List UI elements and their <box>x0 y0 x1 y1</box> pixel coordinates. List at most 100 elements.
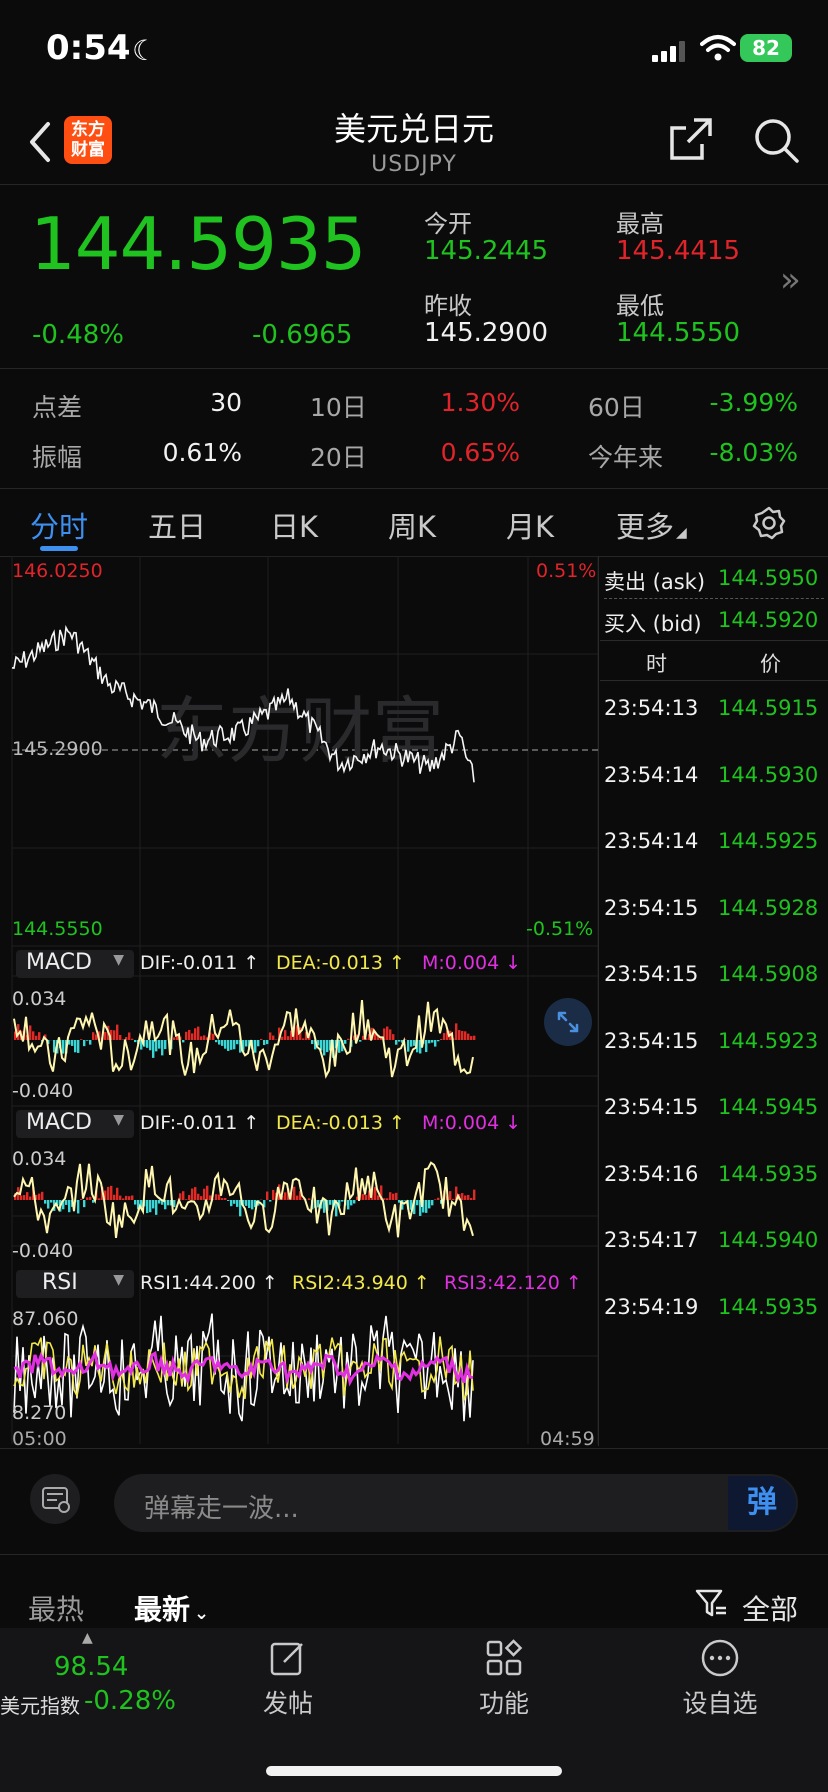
time-end: 04:59 <box>540 1428 595 1450</box>
tick-panel: 卖出 (ask) 144.5950 买入 (bid) 144.5920 时 价 … <box>600 556 828 1426</box>
tick-price: 144.5930 <box>718 762 819 787</box>
spread-value: 30 <box>210 388 242 417</box>
change-amount: -0.6965 <box>252 320 353 350</box>
d10-value: 1.30% <box>440 388 520 417</box>
chart-bottom-price: 144.5550 <box>12 918 103 940</box>
macd1-dea: DEA:-0.013 ↑ <box>276 952 405 974</box>
ask-label: 卖出 (ask) <box>604 570 706 594</box>
dollar-index-change[interactable]: -0.28% <box>84 1686 176 1716</box>
amplitude-label: 振幅 <box>32 443 83 472</box>
signal-icon <box>652 41 685 62</box>
search-icon[interactable] <box>752 116 800 164</box>
battery-icon: 82 <box>740 34 792 62</box>
tab-intraday[interactable]: 分时 <box>30 504 88 546</box>
divider <box>0 368 828 369</box>
edit-icon[interactable] <box>268 1638 308 1678</box>
tab-weekly-k[interactable]: 周K <box>388 504 436 546</box>
nav-functions[interactable]: 功能 <box>444 1684 564 1720</box>
amplitude-value: 0.61% <box>162 438 242 467</box>
dollar-index-label[interactable]: 美元指数 <box>0 1690 80 1719</box>
prev-close-value: 145.2900 <box>424 318 549 348</box>
wifi-icon <box>700 35 736 61</box>
d60-label: 60日 <box>588 393 645 422</box>
price-header: 价 <box>760 652 781 676</box>
chart-top-price: 146.0250 <box>12 560 103 582</box>
d60-value: -3.99% <box>709 388 798 417</box>
macd1-m: M:0.004 ↓ <box>422 952 522 974</box>
divider <box>0 488 828 489</box>
macd2-m: M:0.004 ↓ <box>422 1112 522 1134</box>
comment-icon[interactable] <box>30 1474 80 1524</box>
more-dots-icon[interactable] <box>700 1638 740 1678</box>
filter-hottest[interactable]: 最热 <box>28 1588 84 1628</box>
moon-icon: ☾ <box>132 34 158 67</box>
tab-daily-k[interactable]: 日K <box>270 504 318 546</box>
tab-five-day[interactable]: 五日 <box>148 504 206 546</box>
divider <box>0 184 828 185</box>
status-time: 0:54 <box>46 28 131 68</box>
last-price: 144.5935 <box>30 202 367 286</box>
low-label: 最低 <box>616 292 664 320</box>
macd2-selector[interactable]: MACD ▼ <box>16 1110 134 1138</box>
tick-time: 23:54:13 <box>604 696 699 720</box>
expand-button[interactable] <box>544 998 592 1046</box>
tick-price: 144.5928 <box>718 895 819 920</box>
settings-gear-icon[interactable] <box>752 506 786 540</box>
chevron-right-icon[interactable]: » <box>780 260 801 300</box>
bid-value: 144.5920 <box>718 608 819 632</box>
ask-bid-divider <box>604 598 824 599</box>
divider <box>0 1554 828 1555</box>
tick-price: 144.5935 <box>718 1294 819 1319</box>
tick-time: 23:54:15 <box>604 962 699 986</box>
macd2-dea: DEA:-0.013 ↑ <box>276 1112 405 1134</box>
rsi1-value: RSI1:44.200 ↑ <box>140 1272 278 1294</box>
macd1-bottom: -0.040 <box>12 1080 74 1102</box>
share-icon[interactable] <box>668 116 714 162</box>
tick-time: 23:54:15 <box>604 895 699 920</box>
filter-funnel-icon[interactable] <box>694 1586 728 1620</box>
macd1-selector[interactable]: MACD ▼ <box>16 950 134 978</box>
tick-price: 144.5923 <box>718 1028 819 1053</box>
rsi2-value: RSI2:43.940 ↑ <box>292 1272 430 1294</box>
tick-price: 144.5935 <box>718 1161 819 1186</box>
filter-all[interactable]: 全部 <box>742 1588 798 1628</box>
intraday-chart[interactable]: 东方财富 <box>0 556 600 1446</box>
tick-time: 23:54:15 <box>604 1095 699 1119</box>
high-label: 最高 <box>616 210 664 238</box>
tab-monthly-k[interactable]: 月K <box>506 504 554 546</box>
low-value: 144.5550 <box>616 318 741 348</box>
open-label: 今开 <box>424 210 472 238</box>
macd2-histogram <box>14 1184 476 1217</box>
dollar-index-value[interactable]: 98.54 <box>54 1652 128 1682</box>
d20-label: 20日 <box>310 443 367 472</box>
danmaku-placeholder: 弹幕走一波... <box>144 1494 299 1524</box>
rsi3-line <box>13 1349 474 1387</box>
tick-price: 144.5908 <box>718 962 819 986</box>
chart-bottom-pct: -0.51% <box>526 918 594 940</box>
tick-time: 23:54:15 <box>604 1028 699 1053</box>
rsi-bottom: 8.270 <box>12 1402 67 1424</box>
nav-add-watchlist[interactable]: 设自选 <box>660 1684 780 1720</box>
bid-label: 买入 (bid) <box>604 612 702 636</box>
tick-time: 23:54:16 <box>604 1161 699 1186</box>
caret-up-icon: ▲ <box>82 1630 93 1646</box>
rsi3-value: RSI3:42.120 ↑ <box>444 1272 582 1294</box>
nav-post[interactable]: 发帖 <box>228 1684 348 1720</box>
divider <box>0 1448 828 1449</box>
d20-value: 0.65% <box>440 438 520 467</box>
d10-label: 10日 <box>310 393 367 422</box>
grid-icon[interactable] <box>484 1638 524 1678</box>
tick-price: 144.5915 <box>718 696 819 720</box>
danmaku-send-button[interactable]: 弹 <box>728 1476 796 1530</box>
time-start: 05:00 <box>12 1428 67 1450</box>
ask-value: 144.5950 <box>718 566 819 590</box>
chart-mid-price: 145.2900 <box>12 738 103 760</box>
tick-price: 144.5925 <box>718 829 819 853</box>
filter-latest[interactable]: 最新 ⌄ <box>134 1588 209 1628</box>
expand-icon <box>557 1011 579 1033</box>
tab-more[interactable]: 更多 ◢ <box>616 504 687 546</box>
macd2-bottom: -0.040 <box>12 1240 74 1262</box>
rsi-top: 87.060 <box>12 1308 79 1330</box>
rsi-selector[interactable]: RSI ▼ <box>16 1270 134 1298</box>
prev-close-label: 昨收 <box>424 292 472 320</box>
